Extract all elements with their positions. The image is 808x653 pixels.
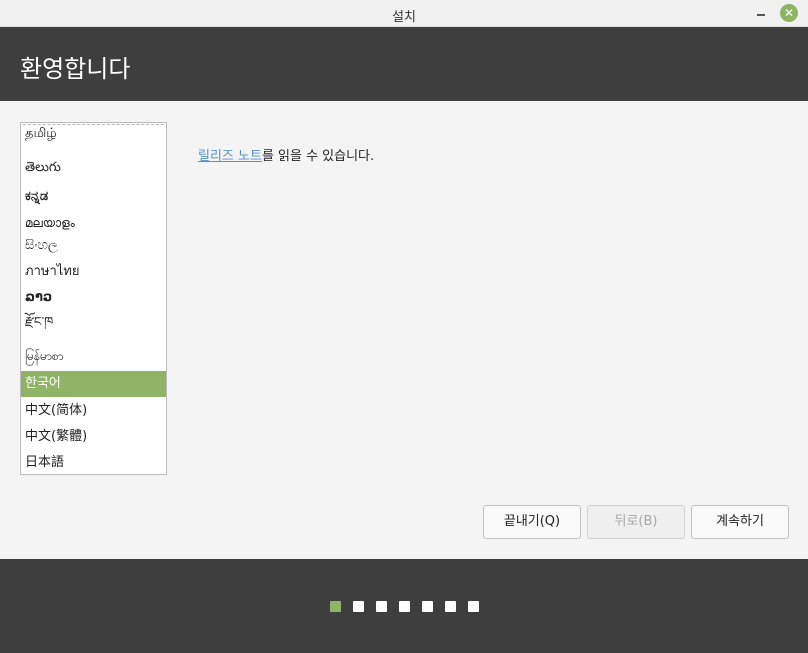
list-item[interactable]: தமிழ் xyxy=(21,125,166,147)
main-panel: தமிழ் తెలుగు ಕನ್ನಡ മലയാളം සිංහල ภาษาไทย … xyxy=(0,101,808,559)
progress-step-2 xyxy=(353,601,364,612)
progress-step-4 xyxy=(399,601,410,612)
title-bar: 설치 ✕ xyxy=(0,0,808,27)
continue-button[interactable]: 계속하기 xyxy=(691,505,789,539)
page-title: 환영합니다 xyxy=(20,55,131,83)
release-notes-suffix: 를 읽을 수 있습니다. xyxy=(261,149,375,164)
list-item[interactable]: 中文(简体) xyxy=(21,398,166,424)
list-item[interactable]: ಕನ್ನಡ xyxy=(21,185,166,209)
release-notes-link[interactable]: 릴리즈 노트 xyxy=(198,149,262,164)
progress-step-6 xyxy=(445,601,456,612)
progress-step-3 xyxy=(376,601,387,612)
quit-button[interactable]: 끝내기(Q) xyxy=(483,505,581,539)
list-item[interactable]: 中文(繁體) xyxy=(21,424,166,450)
minimize-icon[interactable] xyxy=(752,4,770,22)
list-item[interactable]: ภาษาไทย xyxy=(21,260,166,284)
release-notes-text: 릴리즈 노트를 읽을 수 있습니다. xyxy=(198,145,374,164)
window-title: 설치 xyxy=(392,10,416,25)
list-item[interactable]: മലയാളം xyxy=(21,212,166,234)
back-button[interactable]: 뒤로(B) xyxy=(587,505,685,539)
list-item[interactable]: རྫོང་ཁ xyxy=(21,310,166,336)
list-item[interactable]: 日本語 xyxy=(21,450,166,474)
footer-progress xyxy=(0,559,808,653)
list-item[interactable]: မြန်မာစာ xyxy=(21,343,166,369)
language-list[interactable]: தமிழ் తెలుగు ಕನ್ನಡ മലയാളം සිංහල ภาษาไทย … xyxy=(20,122,167,475)
progress-step-7 xyxy=(468,601,479,612)
list-item[interactable]: සිංහල xyxy=(21,234,166,258)
progress-step-1 xyxy=(330,601,341,612)
list-item-selected[interactable]: 한국어 xyxy=(21,371,166,397)
header-banner: 환영합니다 xyxy=(0,27,808,101)
list-item[interactable]: ລາວ xyxy=(21,286,166,310)
progress-step-5 xyxy=(422,601,433,612)
list-item[interactable]: తెలుగు xyxy=(21,156,166,180)
close-icon[interactable]: ✕ xyxy=(780,4,798,22)
